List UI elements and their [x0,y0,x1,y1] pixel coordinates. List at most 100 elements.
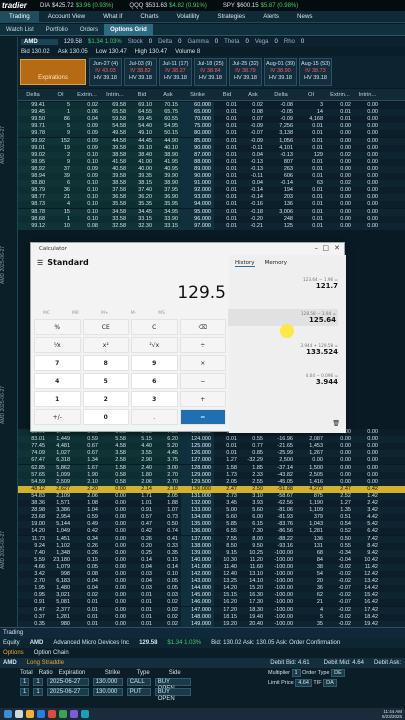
option-cell[interactable]: 263 [266,166,296,173]
option-row[interactable]: 1.95 1,480 0.04 0.00 0.03 0.05 144.000 14.20 15.… [18,585,405,593]
option-row[interactable]: 11.73 1,451 0.34 0.00 0.26 0.41 137.000 7.55 8.0… [18,535,405,543]
option-cell[interactable]: 0.00 [101,550,129,557]
option-cell[interactable]: 0.08 [73,571,101,578]
option-cell[interactable]: 2.05 [214,479,240,486]
option-cell[interactable]: 15.20 [240,585,266,592]
option-cell[interactable]: 1.73 [214,472,240,479]
option-cell[interactable]: 0.04 [240,180,266,187]
option-cell[interactable]: -0.13 [240,166,266,173]
memory-key[interactable]: MC [43,311,50,316]
option-row[interactable]: 99.45 1 0.06 65.58 64.55 65.75 65.000 0.01 0.08-… [18,109,405,117]
option-cell[interactable]: -0.07 [326,585,354,592]
option-cell[interactable]: 1,500 [296,465,326,472]
option-cell[interactable]: 0.01 [296,173,326,180]
option-cell[interactable]: 74.09 [18,450,48,458]
option-cell[interactable]: 0.41 [155,536,181,543]
option-cell[interactable]: 0.10 [73,208,101,216]
option-row[interactable]: 0.95 3,021 0.02 0.00 0.01 0.03 145.000 15.15 16.… [18,592,405,600]
option-cell[interactable]: 2.50 [240,486,266,493]
option-cell[interactable]: 62 [296,592,326,599]
option-cell[interactable]: 1,190 [296,500,326,507]
option-cell[interactable]: 0.00 [326,194,354,201]
option-cell[interactable]: 0.01 [73,607,101,614]
option-cell[interactable]: 0.00 [101,521,129,528]
search-icon[interactable] [15,710,23,718]
option-cell[interactable]: 0.50 [326,536,354,543]
option-cell[interactable]: 14.10 [240,578,266,585]
option-cell[interactable]: 2.40 [129,464,155,472]
option-row[interactable]: 5.59 23,180 0.15 0.00 0.14 0.15 140.000 10.30 11… [18,556,405,564]
option-row[interactable]: 48.12 2,627 2.20 0.00 2.14 2.18 130.000 2.47 2.5… [18,485,405,493]
memory-key[interactable]: M- [131,311,137,316]
option-cell[interactable]: 0.00 [326,443,354,450]
expiration-item[interactable]: Jul-03 (9) IV 38.82 HV 39.18 [124,58,157,86]
option-cell[interactable]: 11.73 [18,536,48,543]
option-cell[interactable]: 14.42 [354,585,381,592]
option-cell[interactable]: 1.08 [73,500,101,507]
option-cell[interactable]: 3,021 [48,592,73,599]
option-cell[interactable]: 1,109 [296,507,326,514]
option-cell[interactable]: 2,109 [48,493,73,500]
option-cell[interactable]: 1,056 [266,138,296,145]
option-cell[interactable]: 0.09 [73,165,101,173]
option-row[interactable]: 98.95 9 0.10 41.58 41.00 41.95 88.000 0.01 -0.13… [18,158,405,166]
grid-header-cell[interactable]: Intrin... [354,92,381,98]
grid-header-cell[interactable]: Bid [129,92,155,98]
history-entry[interactable]: 4.04 − 0.096 = 3.944 [228,373,338,386]
option-cell[interactable]: 0.01 [296,187,326,194]
option-cell[interactable]: 4,168 [296,116,326,123]
option-cell[interactable]: 19.00 [18,521,48,528]
calculator-mode[interactable]: ☰ Standard [37,258,89,267]
option-cell[interactable]: 0.00 [326,145,354,152]
option-cell[interactable]: -88.22 [266,536,296,543]
option-cell[interactable]: 37.95 [155,187,181,195]
option-cell[interactable]: 1.95 [18,585,48,592]
multiplier-input[interactable]: 1 [291,669,301,677]
option-cell[interactable]: -100.00 [266,571,296,578]
app-icon[interactable] [48,710,56,718]
option-cell[interactable]: 1 [48,215,73,223]
option-row[interactable]: 98.77 21 0.10 36.58 36.20 36.90 93.000 0.01 -0.1… [18,194,405,202]
option-cell[interactable]: 2.90 [129,457,155,465]
option-cell[interactable]: 0.42 [354,486,381,493]
option-cell[interactable]: 7.40 [18,550,48,557]
option-cell[interactable]: 94.000 [181,201,214,209]
option-cell[interactable]: 5 [296,614,326,621]
option-cell[interactable]: 92.000 [181,187,214,195]
strike-select[interactable]: 130.000 [92,688,123,696]
option-cell[interactable]: 0.02 [326,180,354,187]
option-cell[interactable]: 1.34 [73,457,101,465]
option-cell[interactable]: 35.95 [155,201,181,209]
option-cell[interactable]: 135.000 [181,521,214,529]
option-cell[interactable]: 44.90 [155,137,181,145]
option-cell[interactable]: 2,505 [296,472,326,479]
option-cell[interactable]: 3.10 [240,493,266,500]
option-cell[interactable]: 203 [266,194,296,201]
option-cell[interactable]: 0.01 [214,173,240,180]
option-cell[interactable]: 38.40 [129,151,155,159]
option-cell[interactable]: 3 [296,102,326,109]
option-cell[interactable]: 99.78 [18,130,48,138]
strategy-name[interactable]: Long Straddle [27,660,64,666]
option-cell[interactable]: -0.02 [326,592,354,599]
history-entry[interactable]: 123.64 − 1.96 = 121.7 [228,277,338,290]
option-cell[interactable]: 1.80 [129,471,155,479]
option-cell[interactable]: 34.95 [155,208,181,216]
option-cell[interactable]: 1,079 [48,564,73,571]
grid-header-cell[interactable]: Strike [181,92,214,98]
option-row[interactable]: 99.02 2 0.10 38.58 38.40 38.90 87.000 0.01 0.04-… [18,151,405,159]
calculator-key[interactable]: 6 [131,373,178,389]
option-cell[interactable]: 0.05 [155,578,181,585]
option-cell[interactable]: 0.01 [129,592,155,599]
option-cell[interactable]: 99.02 [18,151,48,159]
option-cell[interactable]: 1,049 [48,528,73,535]
option-cell[interactable]: 0.91 [18,599,48,606]
option-cell[interactable]: -0.14 [240,187,266,194]
option-cell[interactable]: 137.000 [181,535,214,543]
tab-equity[interactable]: Equity [3,640,20,646]
option-cell[interactable]: -81.06 [266,507,296,514]
option-cell[interactable]: 0.77 [240,443,266,450]
option-cell[interactable]: 0.00 [354,102,381,109]
option-cell[interactable]: 0.00 [326,479,354,486]
option-cell[interactable]: 34.58 [101,208,129,216]
